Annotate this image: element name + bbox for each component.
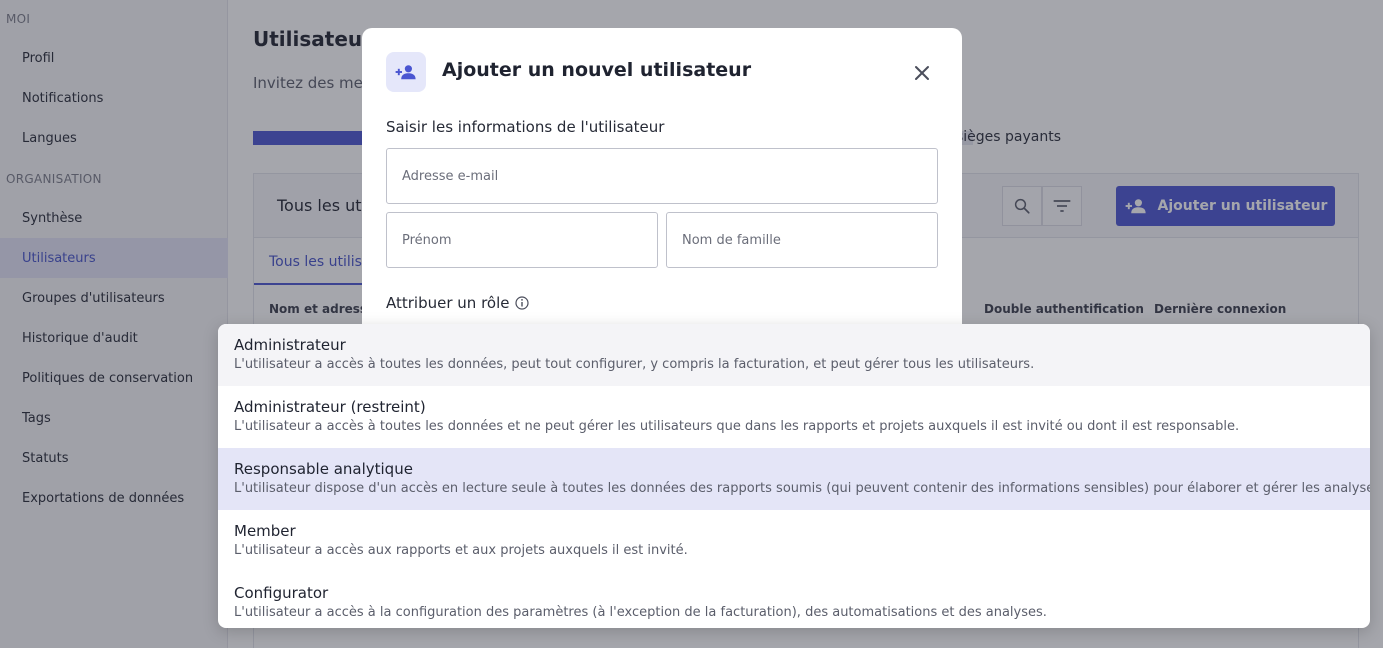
email-field[interactable]: [386, 148, 938, 204]
role-option-description: L'utilisateur a accès à toutes les donné…: [234, 419, 1240, 434]
add-user-icon: [395, 65, 416, 80]
add-user-modal: Ajouter un nouvel utilisateur Saisir les…: [362, 28, 962, 358]
role-section-label: Attribuer un rôle: [386, 294, 530, 312]
role-option-description: L'utilisateur a accès à toutes les donné…: [234, 357, 1035, 372]
first-name-field[interactable]: [386, 212, 658, 268]
role-option-label: Configurator: [234, 584, 329, 602]
role-option-configurator[interactable]: Configurator L'utilisateur a accès à la …: [218, 572, 1370, 628]
role-option-label: Member: [234, 522, 296, 540]
user-info-section-label: Saisir les informations de l'utilisateur: [386, 118, 665, 136]
role-option-description: L'utilisateur dispose d'un accès en lect…: [234, 481, 1370, 496]
modal-title: Ajouter un nouvel utilisateur: [442, 59, 752, 81]
role-option-label: Administrateur: [234, 336, 346, 354]
close-icon: [915, 66, 929, 80]
close-button[interactable]: [910, 61, 934, 85]
info-icon[interactable]: [515, 296, 530, 310]
role-option-member[interactable]: Member L'utilisateur a accès aux rapport…: [218, 510, 1370, 572]
role-section-text: Attribuer un rôle: [386, 294, 510, 312]
role-option-administrateur-restreint[interactable]: Administrateur (restreint) L'utilisateur…: [218, 386, 1370, 448]
role-option-administrateur[interactable]: Administrateur L'utilisateur a accès à t…: [218, 324, 1370, 386]
role-option-responsable-analytique[interactable]: Responsable analytique L'utilisateur dis…: [218, 448, 1370, 510]
modal-header-icon: [386, 52, 426, 92]
role-option-description: L'utilisateur a accès aux rapports et au…: [234, 543, 688, 558]
role-dropdown-menu: Administrateur L'utilisateur a accès à t…: [218, 324, 1370, 628]
role-option-label: Responsable analytique: [234, 460, 413, 478]
role-option-label: Administrateur (restreint): [234, 398, 426, 416]
role-option-description: L'utilisateur a accès à la configuration…: [234, 605, 1047, 620]
last-name-field[interactable]: [666, 212, 938, 268]
